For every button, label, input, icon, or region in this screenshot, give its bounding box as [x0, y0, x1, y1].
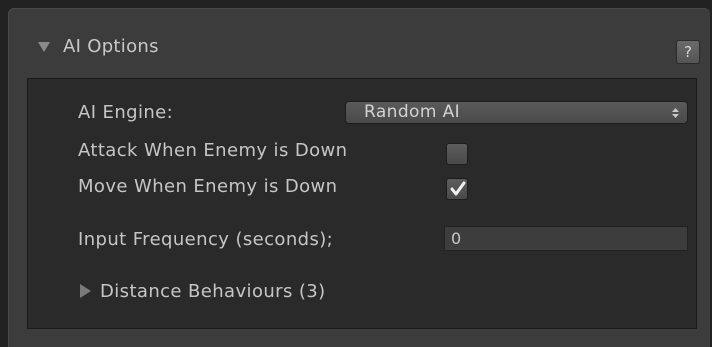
inspector-background: AI Options ? AI Engine: Random AI Attack… [0, 0, 712, 347]
help-button[interactable]: ? [676, 40, 700, 64]
move-when-down-checkbox[interactable] [446, 178, 468, 200]
ai-options-header[interactable]: AI Options ? [9, 9, 710, 87]
input-frequency-label: Input Frequency (seconds); [78, 229, 334, 250]
ai-engine-label: AI Engine: [78, 102, 174, 123]
attack-when-down-checkbox[interactable] [446, 143, 468, 165]
ai-engine-value: Random AI [364, 102, 461, 122]
ai-engine-dropdown[interactable]: Random AI [345, 101, 688, 124]
foldout-collapsed-icon[interactable] [80, 284, 91, 298]
section-title[interactable]: AI Options [63, 36, 159, 57]
move-when-down-label: Move When Enemy is Down [78, 176, 338, 197]
distance-behaviours-foldout[interactable]: Distance Behaviours (3) [100, 281, 326, 302]
foldout-expanded-icon[interactable] [38, 42, 50, 52]
checkmark-icon [450, 181, 466, 196]
dropdown-arrows-icon [672, 108, 679, 118]
attack-when-down-label: Attack When Enemy is Down [78, 140, 348, 161]
input-frequency-field[interactable]: 0 [444, 226, 688, 251]
